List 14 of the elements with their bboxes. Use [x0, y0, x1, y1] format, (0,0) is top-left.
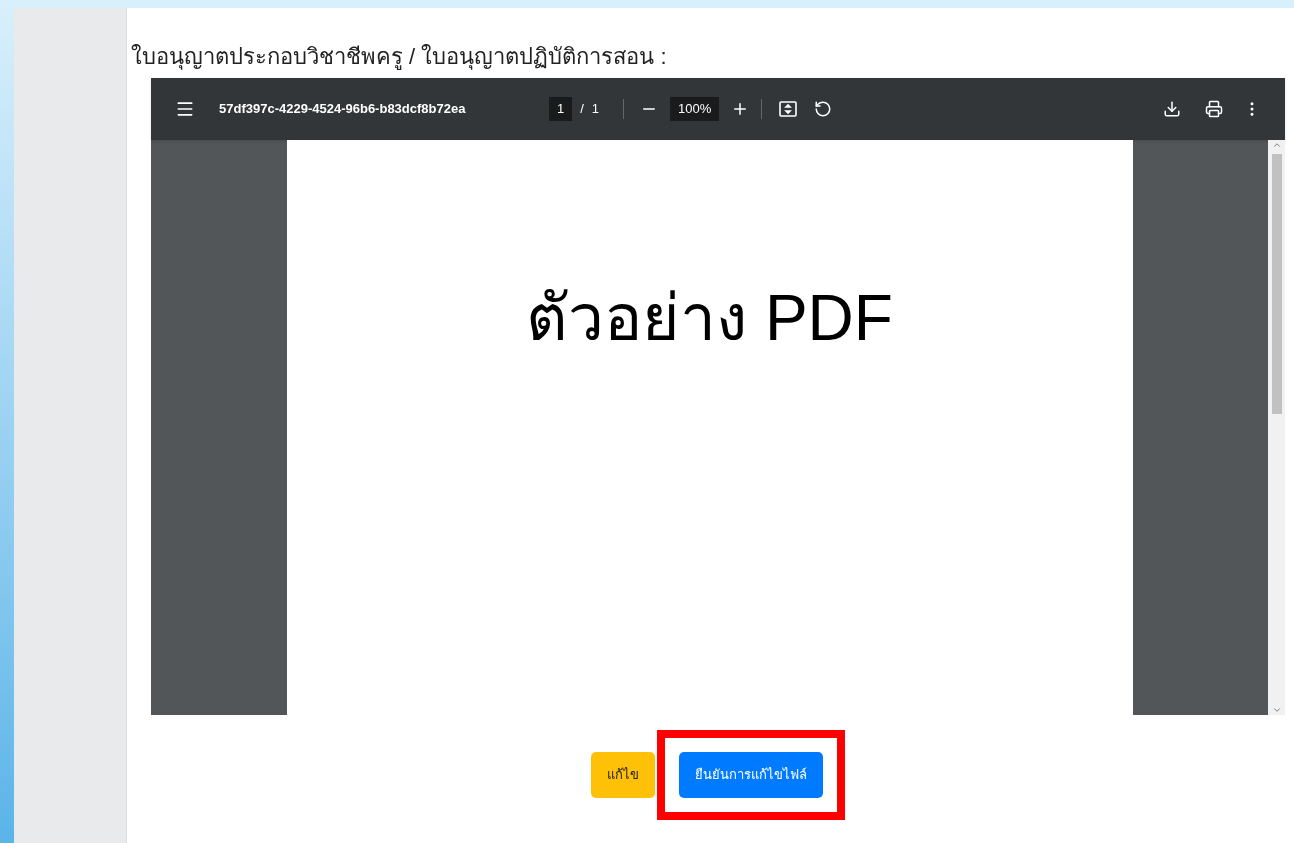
- page-separator: /: [580, 100, 584, 119]
- zoom-field[interactable]: 100%: [670, 97, 720, 121]
- action-button[interactable]: ยืนยันการแก้ไขไฟล์: [679, 752, 823, 798]
- page-text: ตัวอย่าง PDF: [526, 281, 893, 356]
- menu-icon[interactable]: [175, 99, 195, 119]
- download-icon[interactable]: [1163, 100, 1181, 118]
- page-number-field[interactable]: 1: [549, 97, 573, 121]
- print-icon[interactable]: [1205, 100, 1223, 118]
- rotate-icon[interactable]: [814, 100, 833, 118]
- action-button[interactable]: แก้ไข: [591, 752, 655, 798]
- page-total: 1: [591, 100, 600, 119]
- fit-page-icon[interactable]: [778, 99, 799, 119]
- section-heading: ใบอนุญาตประกอบวิชาชีพครู / ใบอนุญาตปฏิบัติการสอน :: [131, 43, 668, 72]
- file-name: 57df397c-4229-4524-96b6-b83dcf8b72ea: [219, 100, 467, 119]
